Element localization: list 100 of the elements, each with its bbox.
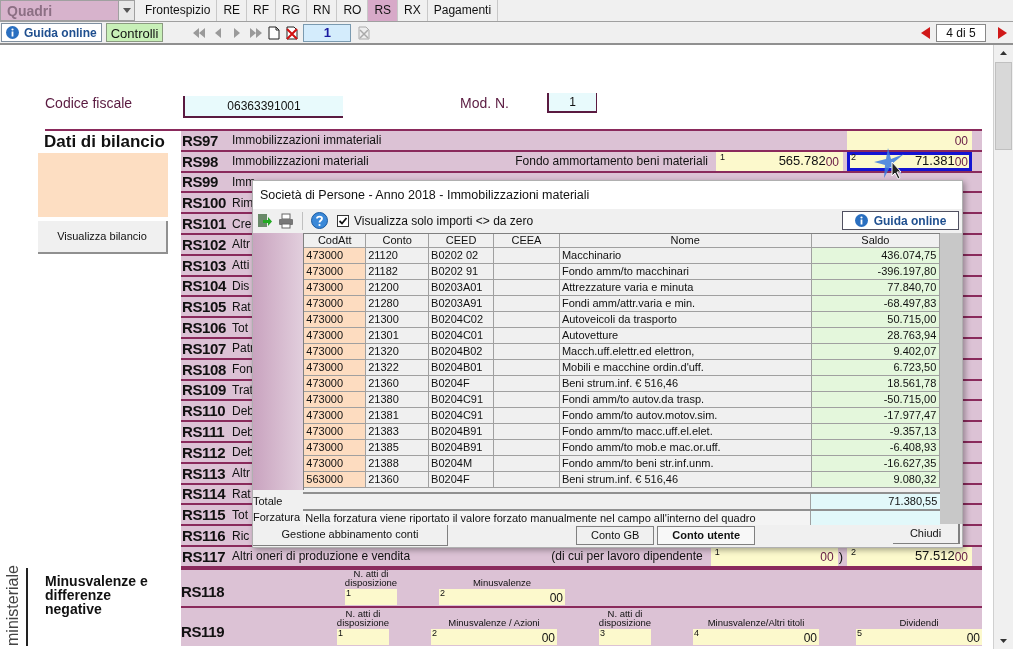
section-tab[interactable]: RS <box>368 0 399 21</box>
help-button[interactable]: Guida online <box>842 211 959 231</box>
column-header: Saldo <box>811 233 941 248</box>
checkbox-label: Visualizza solo importi <> da zero <box>354 212 534 230</box>
amount-field[interactable]: 2 00 <box>439 588 565 605</box>
row-code: RS107 <box>181 340 227 356</box>
previous-icon[interactable] <box>921 26 930 39</box>
help-button[interactable]: Guida online <box>1 23 102 42</box>
field-cents: 00 <box>966 630 980 645</box>
row-code: RS99 <box>181 174 220 190</box>
row-label: Dis <box>232 279 250 292</box>
amount-field[interactable]: 1 <box>337 628 389 645</box>
row-label: Altr <box>232 238 250 251</box>
field-cents: 00 <box>954 550 968 563</box>
field-label: Mod. N. <box>460 94 510 113</box>
field-label: Minusvalenze / Azioni <box>447 617 541 627</box>
row-label: Altr <box>232 467 250 480</box>
field-cents: 00 <box>803 630 817 645</box>
close-button[interactable]: Chiudi <box>893 524 960 545</box>
mapping-button[interactable]: Gestione abbinamento conti <box>253 524 448 547</box>
help-icon[interactable] <box>311 212 328 230</box>
row-label: Ric <box>232 529 250 542</box>
field-index: 1 <box>338 628 343 638</box>
row-code: RS104 <box>181 278 228 294</box>
row-code: RS108 <box>181 361 227 377</box>
field-cents: 00 <box>954 155 968 168</box>
next-icon[interactable] <box>998 26 1007 39</box>
account-tab[interactable]: Conto utente <box>657 526 756 546</box>
row-label: Immobilizzazioni materiali <box>232 155 369 168</box>
amount-field[interactable]: 2 00 <box>431 628 557 645</box>
row-label: Atti <box>232 259 250 272</box>
field-value: 565.782 <box>778 153 826 168</box>
field-cents: 00 <box>954 134 968 147</box>
new-page-icon[interactable] <box>268 25 281 40</box>
amount-field[interactable]: 3 <box>599 628 651 645</box>
export-icon[interactable] <box>257 212 273 229</box>
disabled-icon <box>357 25 372 40</box>
delete-page-icon[interactable] <box>285 25 300 40</box>
row-code: RS115 <box>181 507 227 523</box>
field-label: N. atti di disposizione <box>343 568 399 587</box>
info-icon <box>854 214 868 228</box>
row-code: RS116 <box>181 528 227 544</box>
row-code: RS113 <box>181 465 227 481</box>
field-index: 2 <box>432 628 437 638</box>
row-code: RS114 <box>181 486 227 502</box>
row-code: RS111 <box>181 424 226 440</box>
row-code: RS102 <box>181 236 227 252</box>
field-label: Minusvalenze/Altri titoli <box>706 617 806 627</box>
field-label: Fondo ammortamento beni materiali <box>515 155 708 168</box>
amount-field[interactable]: 4 00 <box>693 628 819 645</box>
scrollbar[interactable] <box>993 45 1013 649</box>
account-tab[interactable]: Conto GB <box>576 526 655 546</box>
side-caption: ministeriale <box>3 563 22 646</box>
page-field[interactable]: 1 <box>303 23 352 42</box>
field-label: Codice fiscale <box>45 94 134 113</box>
field-index: 1 <box>346 588 351 598</box>
check-button[interactable]: Controlli <box>105 23 164 42</box>
row-label: Patr <box>232 342 254 355</box>
row-code: RS109 <box>181 382 227 398</box>
model-number-field[interactable]: 1 <box>547 93 597 113</box>
row-code: RS105 <box>181 299 227 315</box>
field-label: Minusvalenze <box>471 577 533 587</box>
column-header: Conto <box>366 233 430 248</box>
view-balance-button[interactable]: Visualizza bilancio <box>38 221 168 254</box>
amount-field[interactable]: 5 00 <box>856 628 982 645</box>
row-label: Rim <box>232 196 254 209</box>
total-value: 71.380,55 <box>811 494 941 510</box>
amount-field[interactable]: 1 <box>345 588 397 605</box>
row-code: RS98 <box>181 153 220 169</box>
tax-code-field[interactable]: 06363391001 <box>183 96 343 118</box>
row-code: RS101 <box>181 216 227 232</box>
row-label: Rat <box>232 487 251 500</box>
section-title: Dati di bilancio <box>43 131 166 153</box>
row-code: RS119 <box>181 623 226 642</box>
row-label: Forzatura <box>253 510 302 526</box>
row-label: Cre <box>232 217 252 230</box>
field-index: 1 <box>714 547 720 557</box>
field-index: 5 <box>857 628 862 638</box>
row-label: Immobilizzazioni immateriali <box>232 134 382 147</box>
column-header: CodAtt <box>304 233 367 248</box>
first-page-icon[interactable] <box>192 26 207 39</box>
info-icon <box>6 26 19 39</box>
override-field[interactable] <box>811 511 941 526</box>
field-cents: 00 <box>820 550 834 563</box>
row-code: RS112 <box>181 444 227 460</box>
column-header: Nome <box>559 233 812 248</box>
scroll-thumb[interactable] <box>995 62 1012 150</box>
field-value: 57.512 <box>914 548 955 563</box>
field-cents: 00 <box>825 155 839 168</box>
checkbox[interactable] <box>337 214 349 227</box>
row-label: Fon <box>232 363 253 376</box>
section-title: Minusvalenze e differenze negative <box>45 573 149 619</box>
row-code: RS118 <box>181 583 226 602</box>
dialog-title: Società di Persone - Anno 2018 - Immobilizzazioni materiali <box>253 181 962 209</box>
field-label: N. atti di disposizione <box>335 608 391 627</box>
field-value: 71.381 <box>914 153 955 168</box>
printer-icon[interactable] <box>278 212 294 229</box>
field-index: 3 <box>600 628 605 638</box>
field-label: Dividendi <box>898 617 940 627</box>
row-label: Trat <box>232 383 253 396</box>
